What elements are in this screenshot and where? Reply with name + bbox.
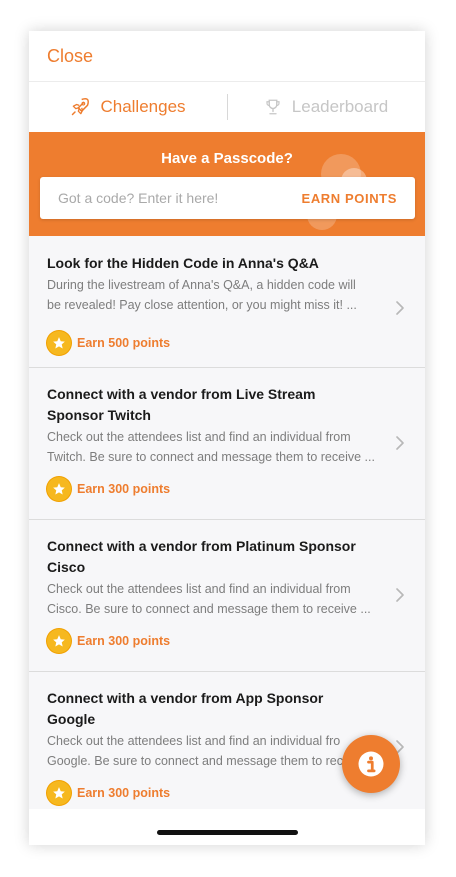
chevron-right-icon <box>396 436 404 450</box>
reward: Earn 300 points <box>47 629 170 653</box>
tab-bar: Challenges Leaderboard <box>29 82 425 132</box>
reward: Earn 300 points <box>47 781 170 805</box>
chevron-right-icon <box>396 588 404 602</box>
rocket-icon <box>72 98 90 116</box>
home-indicator[interactable] <box>157 830 298 835</box>
close-button[interactable]: Close <box>47 46 93 67</box>
tab-divider <box>227 94 228 120</box>
chevron-right-icon <box>396 301 404 315</box>
challenge-description: During the livestream of Anna's Q&A, a h… <box>47 278 357 312</box>
tab-leaderboard[interactable]: Leaderboard <box>227 97 425 117</box>
challenge-description: Check out the attendees list and find an… <box>47 430 375 464</box>
reward-label: Earn 300 points <box>77 634 171 648</box>
tab-challenges[interactable]: Challenges <box>29 97 227 117</box>
challenge-card[interactable]: Connect with a vendor from Platinum Spon… <box>29 520 425 672</box>
earn-points-button[interactable]: EARN POINTS <box>302 191 397 206</box>
reward: Earn 300 points <box>47 477 170 501</box>
passcode-input[interactable]: Got a code? Enter it here! EARN POINTS <box>40 177 415 219</box>
tab-leaderboard-label: Leaderboard <box>291 97 389 116</box>
info-button[interactable] <box>342 735 400 793</box>
app-screen: Close Challenges Leaderboard Have a Pass… <box>29 31 425 845</box>
top-bar: Close <box>29 31 425 82</box>
challenge-card[interactable]: Connect with a vendor from Live Stream S… <box>29 368 425 520</box>
challenge-title: Connect with a vendor from Platinum Spon… <box>47 538 356 575</box>
passcode-panel: Have a Passcode? Got a code? Enter it he… <box>29 132 425 236</box>
info-icon <box>358 751 384 777</box>
trophy-icon <box>266 99 280 115</box>
challenge-description: Check out the attendees list and find an… <box>47 582 371 616</box>
reward: Earn 500 points <box>47 331 170 355</box>
challenge-title: Connect with a vendor from App Sponsor G… <box>47 690 324 727</box>
tab-challenges-label: Challenges <box>100 97 186 116</box>
challenge-description: Check out the attendees list and find an… <box>47 734 344 768</box>
reward-label: Earn 300 points <box>77 786 171 800</box>
challenge-card[interactable]: Look for the Hidden Code in Anna's Q&A D… <box>29 236 425 368</box>
star-icon <box>47 477 71 501</box>
reward-label: Earn 500 points <box>77 336 171 350</box>
passcode-placeholder: Got a code? Enter it here! <box>58 190 219 206</box>
challenge-title: Look for the Hidden Code in Anna's Q&A <box>47 255 319 271</box>
passcode-title: Have a Passcode? <box>161 150 293 167</box>
bottom-bar <box>29 809 425 845</box>
star-icon <box>47 629 71 653</box>
reward-label: Earn 300 points <box>77 482 171 496</box>
challenge-title: Connect with a vendor from Live Stream S… <box>47 386 316 423</box>
star-icon <box>47 781 71 805</box>
star-icon <box>47 331 71 355</box>
